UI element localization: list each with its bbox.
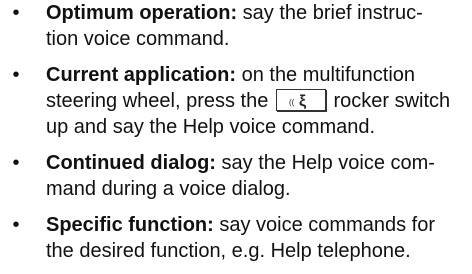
bullet-icon: • bbox=[12, 152, 20, 174]
item-text-line: on the multifunction bbox=[241, 64, 416, 86]
item-heading: Continued dialog: bbox=[46, 152, 216, 174]
item-text-line: rocker switch bbox=[333, 90, 451, 112]
item-heading: Specific function: bbox=[46, 214, 214, 236]
svg-text:ξ: ξ bbox=[299, 93, 307, 110]
list-item-optimum-operation: • Optimum operation: say the brief instr… bbox=[0, 0, 472, 52]
item-text-line: the desired function, e.g. Help telephon… bbox=[46, 240, 411, 262]
item-text-line: say the Help voice com- bbox=[221, 152, 435, 174]
item-text-line: tion voice command. bbox=[46, 28, 230, 50]
list-item-current-application: • Current application: on the multifunct… bbox=[0, 62, 472, 140]
voice-control-glyph: (( ξ bbox=[289, 93, 307, 110]
list-item-specific-function: • Specific function: say voice commands … bbox=[0, 212, 472, 264]
item-text-line: say the brief instruc- bbox=[242, 2, 423, 24]
bullet-icon: • bbox=[12, 214, 20, 236]
item-text-line: up and say the Help voice command. bbox=[46, 116, 376, 138]
bullet-icon: • bbox=[12, 64, 20, 86]
item-text-line: steering wheel, press the bbox=[46, 90, 269, 112]
voice-control-button-icon: (( ξ bbox=[275, 88, 326, 111]
item-text-line: mand during a voice dialog. bbox=[46, 178, 291, 200]
item-heading: Current application: bbox=[46, 64, 237, 86]
help-options-list: • Optimum operation: say the brief instr… bbox=[0, 0, 472, 274]
list-item-continued-dialog: • Continued dialog: say the Help voice c… bbox=[0, 150, 472, 202]
item-text-line: say voice commands for bbox=[219, 214, 435, 236]
item-heading: Optimum operation: bbox=[46, 2, 238, 24]
bullet-icon: • bbox=[12, 2, 20, 24]
svg-text:((: (( bbox=[289, 98, 295, 107]
